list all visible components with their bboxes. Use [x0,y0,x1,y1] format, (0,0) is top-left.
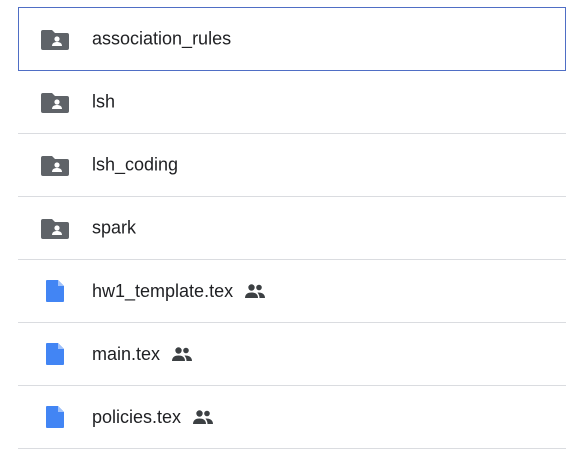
item-name: association_rules [92,28,232,49]
item-name: lsh [92,91,116,112]
item-name: main.tex [92,342,194,366]
item-name: spark [92,217,137,238]
list-item-hw1-template[interactable]: hw1_template.tex [18,260,566,323]
shared-folder-icon [40,87,70,117]
list-item-association-rules[interactable]: association_rules [18,7,566,71]
shared-folder-icon [40,150,70,180]
list-item-lsh[interactable]: lsh [18,71,566,134]
shared-folder-icon [40,213,70,243]
list-item-lsh-coding[interactable]: lsh_coding [18,134,566,197]
shared-folder-icon [40,24,70,54]
shared-people-icon [170,342,194,366]
document-icon [40,402,70,432]
list-item-spark[interactable]: spark [18,197,566,260]
file-list: association_rules lsh lsh_coding spark h… [18,7,566,449]
item-name: policies.tex [92,405,215,429]
document-icon [40,339,70,369]
item-name: lsh_coding [92,154,179,175]
item-name: hw1_template.tex [92,279,267,303]
list-item-main-tex[interactable]: main.tex [18,323,566,386]
list-item-policies-tex[interactable]: policies.tex [18,386,566,449]
document-icon [40,276,70,306]
shared-people-icon [243,279,267,303]
shared-people-icon [191,405,215,429]
